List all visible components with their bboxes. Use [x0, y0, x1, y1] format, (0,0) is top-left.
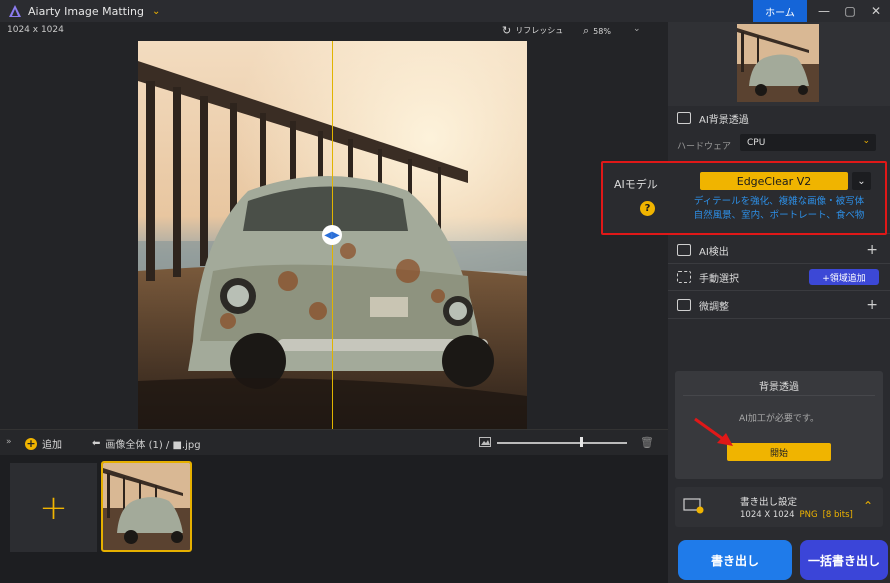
chevron-down-icon: ⌄	[862, 136, 870, 146]
fine-tune-section[interactable]: 微調整 +	[668, 297, 890, 313]
thumbnail-strip: +	[0, 455, 668, 583]
manual-select-label: 手動選択	[699, 273, 739, 285]
plus-icon[interactable]: +	[866, 297, 878, 313]
ai-detect-icon	[677, 244, 691, 256]
collapse-icon[interactable]: »	[6, 437, 12, 447]
divider	[683, 395, 875, 396]
divider	[668, 318, 890, 319]
export-size: 1024 X 1024	[740, 510, 795, 520]
refresh-button[interactable]: ↻ リフレッシュ	[502, 24, 563, 37]
ai-model-select[interactable]: EdgeClear V2	[700, 172, 848, 190]
model-desc-line-1: ディテールを強化、複雑な画像・被写体	[693, 196, 865, 207]
image-canvas: 1024 x 1024 ↻ リフレッシュ ⌕ 58% ⌄ ◀▶	[0, 22, 668, 430]
app-logo-icon	[9, 5, 21, 17]
bg-removal-title: AI背景透過	[699, 114, 749, 126]
add-button[interactable]: + 追加	[25, 436, 62, 451]
add-region-button[interactable]: +領域追加	[809, 269, 879, 285]
ai-detect-section[interactable]: AI検出 +	[668, 242, 890, 258]
thumbnail-size-icon	[479, 437, 491, 447]
export-button[interactable]: 書き出し	[678, 540, 792, 580]
start-button[interactable]: 開始	[727, 443, 831, 461]
breadcrumb[interactable]: ⬅ 画像全体 (1) / ■.jpg	[92, 436, 201, 451]
refresh-icon: ↻	[502, 24, 512, 37]
slider-handle[interactable]	[580, 437, 583, 447]
bg-removal-section: AI背景透過	[668, 110, 890, 126]
output-preview-image[interactable]	[737, 24, 819, 102]
compare-handle-icon[interactable]: ◀▶	[322, 225, 342, 245]
close-icon[interactable]: ✕	[864, 0, 888, 22]
minimize-icon[interactable]: —	[812, 0, 836, 22]
back-arrow-icon: ⬅	[92, 438, 101, 449]
add-image-tile[interactable]: +	[10, 463, 97, 552]
ai-model-panel: AIモデル ? EdgeClear V2 ⌄ ディテールを強化、複雑な画像・被写…	[601, 161, 887, 235]
add-label: 追加	[42, 440, 62, 451]
hardware-value: CPU	[747, 137, 766, 148]
hardware-select[interactable]: CPU ⌄	[740, 134, 876, 151]
model-desc-line-2: 自然風景、室内、ポートレート、食べ物	[693, 210, 865, 221]
plus-icon[interactable]: +	[866, 242, 878, 258]
divider	[668, 263, 890, 264]
zoom-value: 58%	[593, 26, 611, 36]
chevron-down-icon[interactable]: ⌄	[852, 172, 871, 190]
bg-removal-panel: 背景透過 AI加工が必要です。 開始	[675, 371, 883, 479]
refresh-label: リフレッシュ	[515, 26, 564, 35]
thumbnail-photo	[103, 463, 190, 550]
help-icon[interactable]: ?	[640, 201, 655, 216]
trash-icon[interactable]: 🗑	[640, 436, 654, 449]
ai-detect-label: AI検出	[699, 246, 729, 258]
fine-tune-icon	[677, 299, 691, 311]
image-dimensions: 1024 x 1024	[7, 25, 64, 35]
batch-export-button[interactable]: 一括書き出し	[800, 540, 888, 580]
export-bits: [8 bits]	[822, 510, 853, 520]
ai-model-label: AIモデル	[614, 178, 658, 191]
divider	[668, 290, 890, 291]
manual-select-icon	[677, 271, 691, 283]
export-format: PNG	[799, 510, 818, 520]
app-title: Aiarty Image Matting	[28, 4, 144, 18]
bg-removal-icon	[677, 112, 691, 124]
export-info: 1024 X 1024 PNG [8 bits]	[740, 510, 853, 520]
app-menu-chevron-icon[interactable]: ⌄	[152, 6, 160, 17]
add-icon: +	[25, 436, 37, 450]
hardware-label: ハードウェア	[677, 142, 732, 152]
title-bar: Aiarty Image Matting ⌄ ホーム — ▢ ✕	[0, 0, 890, 22]
right-sidebar: AI背景透過 ハードウェア CPU ⌄ AI検出 + 手動選択 +領域追加 微調…	[668, 22, 890, 583]
export-settings-icon	[683, 498, 704, 514]
red-arrow-icon	[694, 417, 733, 446]
ai-model-description: ディテールを強化、複雑な画像・被写体 自然風景、室内、ポートレート、食べ物	[679, 195, 879, 223]
app-window: Aiarty Image Matting ⌄ ホーム — ▢ ✕ 1024 x …	[0, 0, 890, 583]
home-button[interactable]: ホーム	[753, 0, 807, 22]
fine-tune-label: 微調整	[699, 301, 729, 313]
file-toolbar: » + 追加 ⬅ 画像全体 (1) / ■.jpg 🗑	[0, 429, 668, 455]
preview-image[interactable]: ◀▶	[138, 41, 527, 430]
chevron-up-icon[interactable]: ⌃	[863, 499, 873, 513]
breadcrumb-text: 画像全体 (1) / ■.jpg	[105, 440, 201, 451]
output-thumbnail	[737, 24, 819, 102]
output-preview	[668, 22, 890, 106]
image-thumbnail[interactable]	[101, 461, 192, 552]
maximize-icon[interactable]: ▢	[838, 0, 862, 22]
bg-panel-title: 背景透過	[759, 382, 799, 393]
export-settings-title: 書き出し設定	[740, 497, 798, 508]
zoom-control[interactable]: ⌕ 58%	[583, 24, 611, 38]
zoom-chevron-icon[interactable]: ⌄	[633, 24, 641, 34]
thumbnail-size-slider[interactable]	[497, 442, 627, 444]
zoom-icon: ⌕	[583, 24, 590, 37]
export-settings[interactable]: 書き出し設定 1024 X 1024 PNG [8 bits] ⌃	[675, 487, 883, 527]
